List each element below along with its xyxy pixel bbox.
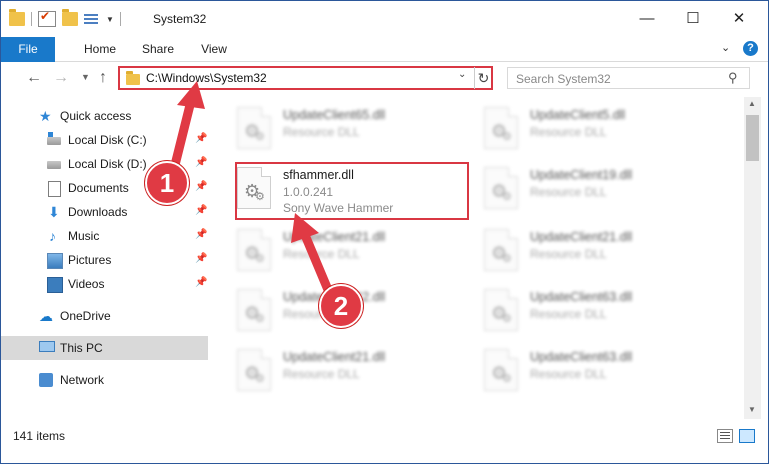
annotation-arrows [168, 81, 336, 302]
arrow-step-1 [168, 81, 205, 178]
step-2-badge: 2 [319, 284, 363, 328]
explorer-window: ▼ System32 — ☐ ✕ File Home Share View ⌄ … [0, 0, 769, 464]
step-1-badge: 1 [145, 161, 189, 205]
arrow-step-2 [291, 213, 336, 302]
